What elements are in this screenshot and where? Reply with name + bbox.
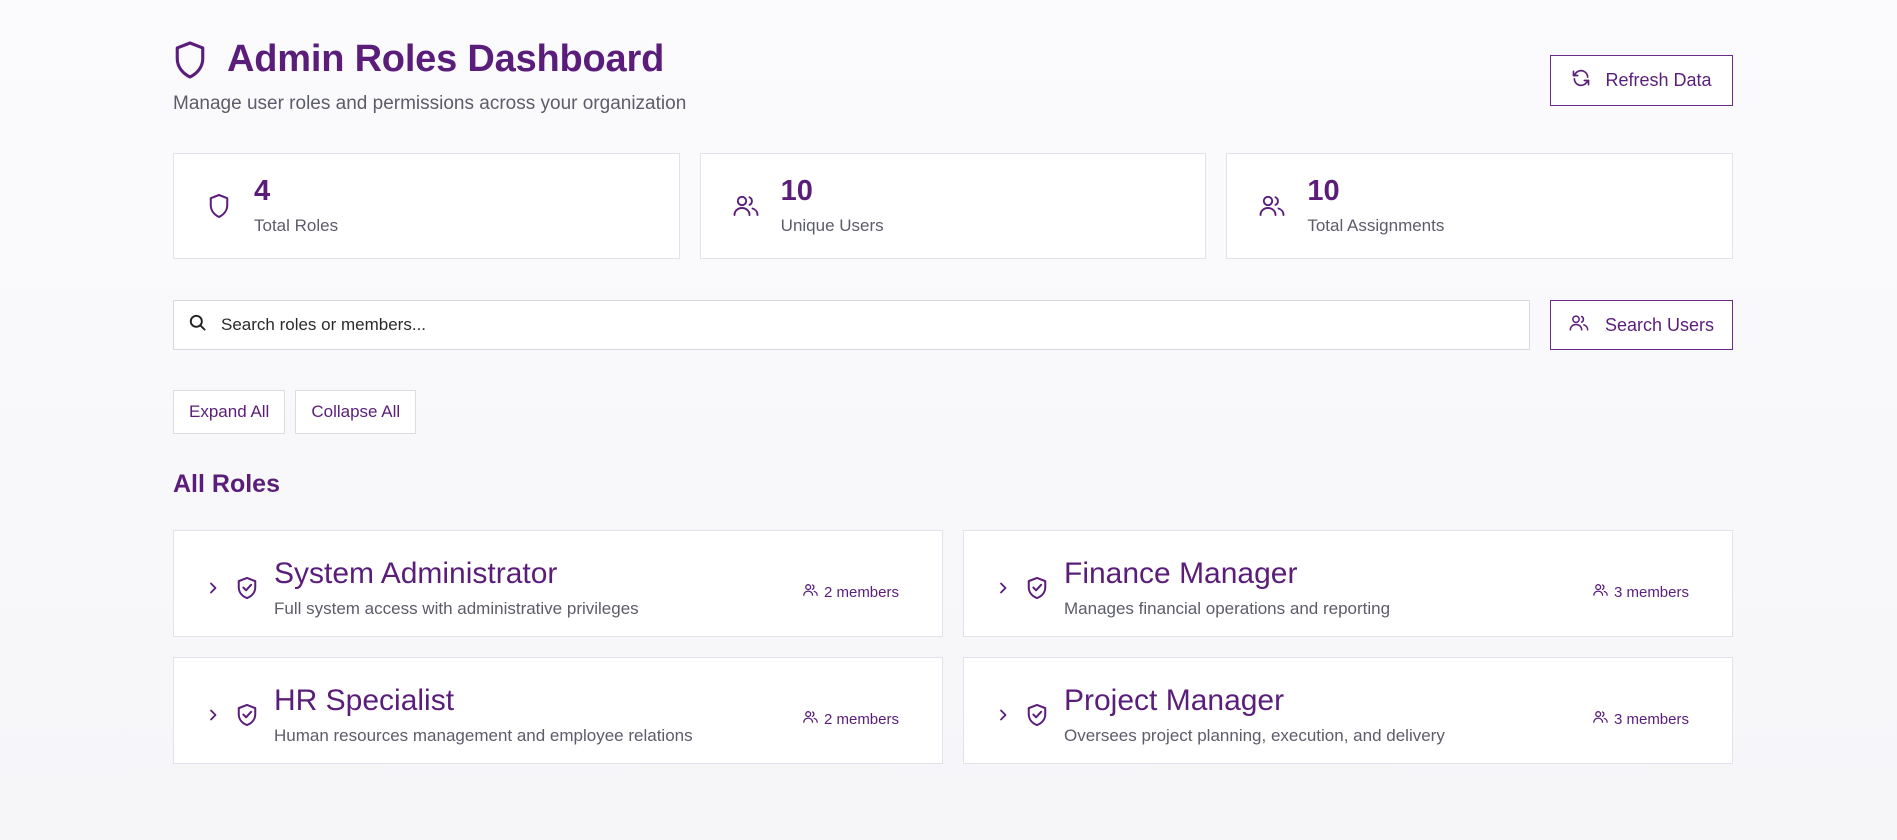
users-icon xyxy=(1593,583,1608,601)
expand-collapse-controls: Expand All Collapse All xyxy=(173,390,417,434)
stat-value: 4 xyxy=(254,174,271,207)
member-count: 3 members xyxy=(1613,583,1689,601)
member-count-badge: 2 members xyxy=(803,583,899,601)
users-icon xyxy=(803,583,818,601)
search-icon xyxy=(188,313,207,337)
stat-label: Unique Users xyxy=(780,215,884,235)
refresh-icon xyxy=(1571,68,1591,93)
roles-grid: System Administrator Full system access … xyxy=(173,530,1733,764)
member-count-badge: 2 members xyxy=(803,710,899,728)
users-icon xyxy=(1569,314,1589,337)
stat-card-total-roles: 4 Total Roles xyxy=(173,153,680,259)
stat-value: 10 xyxy=(1307,174,1340,207)
role-name: System Administrator xyxy=(274,557,558,590)
role-card-system-administrator[interactable]: System Administrator Full system access … xyxy=(173,530,943,637)
expand-all-button[interactable]: Expand All xyxy=(173,390,286,434)
dashboard: Admin Roles Dashboard Manage user roles … xyxy=(173,0,1734,840)
member-count-badge: 3 members xyxy=(1593,710,1689,728)
stats-row: 4 Total Roles 10 Unique Users 10 Total A… xyxy=(173,153,1734,259)
role-card-project-manager[interactable]: Project Manager Oversees project plannin… xyxy=(963,657,1733,764)
chevron-right-icon[interactable] xyxy=(997,581,1009,594)
role-name: HR Specialist xyxy=(274,684,455,717)
shield-icon xyxy=(204,191,234,221)
shield-icon xyxy=(173,39,211,81)
page-header: Admin Roles Dashboard Manage user roles … xyxy=(173,38,1733,128)
search-users-button[interactable]: Search Users xyxy=(1550,300,1733,350)
shield-check-icon xyxy=(1026,576,1048,605)
users-icon xyxy=(1593,710,1608,728)
shield-check-icon xyxy=(236,576,258,605)
role-card-finance-manager[interactable]: Finance Manager Manages financial operat… xyxy=(963,530,1733,637)
search-box xyxy=(173,300,1530,350)
refresh-data-button[interactable]: Refresh Data xyxy=(1550,55,1733,106)
chevron-right-icon[interactable] xyxy=(207,708,219,721)
member-count-badge: 3 members xyxy=(1593,583,1689,601)
stat-value: 10 xyxy=(780,174,813,207)
role-name: Project Manager xyxy=(1064,684,1285,717)
page-title: Admin Roles Dashboard xyxy=(227,38,665,80)
search-input[interactable] xyxy=(221,315,1501,335)
shield-check-icon xyxy=(236,703,258,732)
chevron-right-icon[interactable] xyxy=(997,708,1009,721)
role-description: Human resources management and employee … xyxy=(274,726,693,745)
stat-label: Total Roles xyxy=(254,215,339,235)
search-users-label: Search Users xyxy=(1604,314,1715,335)
users-icon xyxy=(803,710,818,728)
page-subtitle: Manage user roles and permissions across… xyxy=(173,93,687,114)
member-count: 2 members xyxy=(823,583,899,601)
refresh-data-label: Refresh Data xyxy=(1605,70,1712,90)
role-name: Finance Manager xyxy=(1064,557,1298,590)
role-description: Oversees project planning, execution, an… xyxy=(1064,726,1445,745)
shield-check-icon xyxy=(1026,703,1048,732)
section-title: All Roles xyxy=(173,470,280,498)
users-icon xyxy=(731,191,761,221)
users-icon xyxy=(1257,191,1287,221)
stat-label: Total Assignments xyxy=(1307,215,1445,235)
stat-card-unique-users: 10 Unique Users xyxy=(699,153,1207,259)
member-count: 2 members xyxy=(823,710,899,728)
stat-card-total-assignments: 10 Total Assignments xyxy=(1226,153,1734,259)
title-row: Admin Roles Dashboard xyxy=(173,38,1733,81)
role-card-hr-specialist[interactable]: HR Specialist Human resources management… xyxy=(173,657,943,764)
chevron-right-icon[interactable] xyxy=(207,581,219,594)
role-description: Manages financial operations and reporti… xyxy=(1064,599,1391,618)
collapse-all-button[interactable]: Collapse All xyxy=(295,390,417,434)
role-description: Full system access with administrative p… xyxy=(274,599,639,618)
member-count: 3 members xyxy=(1613,710,1689,728)
